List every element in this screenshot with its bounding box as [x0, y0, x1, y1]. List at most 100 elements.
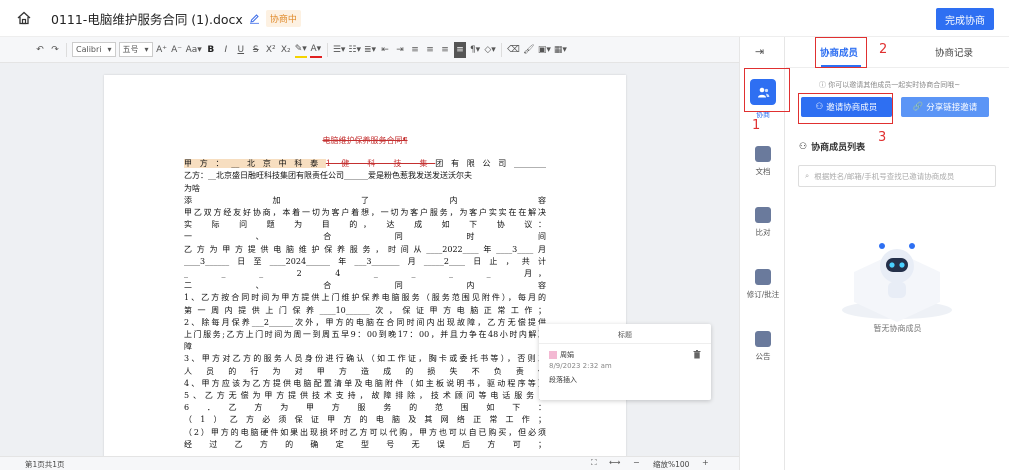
notice-icon: [755, 331, 771, 347]
doc-line: 一 、 合 同 时 间: [184, 232, 546, 242]
doc-line: 障: [184, 342, 192, 352]
document-title: 0111-电脑维护服务合同 (1).docx: [51, 11, 243, 27]
revision-icon: [755, 269, 771, 285]
title-bar: 0111-电脑维护服务合同 (1).docx 协商中 完成协商: [0, 0, 1009, 37]
bullet-list-icon[interactable]: ☰▾: [333, 42, 346, 58]
paragraph-mark-icon[interactable]: ¶▾: [469, 42, 481, 58]
doc-line: （1）乙方必须保证甲方的电脑及其网络正常工作；: [184, 415, 546, 425]
subscript-icon[interactable]: X₂: [280, 42, 292, 58]
decrease-indent-icon[interactable]: ⇤: [379, 42, 391, 58]
member-list-title: ⚇ 协商成员列表: [799, 140, 866, 154]
doc-line: 4、甲方应该为乙方提供电脑配置清单及电脑附件（如主板说明书，驱动程序等）: [184, 378, 546, 388]
doc-line: 第一周内提供上门保养____10______次，保证甲方电脑正常工作；: [184, 305, 546, 315]
font-color-icon[interactable]: A▾: [309, 42, 322, 58]
comment-user-name: 周娟: [560, 351, 574, 359]
annotation-number-1: 1: [752, 118, 761, 133]
compare-icon: [755, 207, 771, 223]
justify-icon[interactable]: ≡: [454, 41, 467, 58]
strip-item-compare[interactable]: 比对: [740, 207, 786, 238]
doc-line: （2）甲方的电脑硬件如果出现损坏时乙方可以代购，甲方也可以自已购买，但必须: [184, 427, 546, 437]
edit-title-icon[interactable]: [249, 13, 260, 24]
strip-item-label: 比对: [755, 228, 771, 237]
revision-comment-card[interactable]: 标题 周娟 8/9/2023 2:32 am 段落插入: [539, 324, 711, 400]
font-size-select[interactable]: 五号 ▾: [118, 42, 153, 57]
doc-line: 二 、 合 同 内 容: [184, 281, 546, 291]
annotation-number-2: 2: [879, 42, 888, 57]
italic-icon[interactable]: I: [220, 42, 232, 58]
table-icon[interactable]: ▦▾: [554, 42, 567, 58]
zoom-level: 缩放%100: [653, 460, 690, 469]
align-left-icon[interactable]: ≡: [409, 42, 421, 58]
annotation-box-3: [798, 93, 893, 124]
chevron-down-icon: ▾: [144, 45, 149, 54]
strip-item-label: 公告: [755, 352, 771, 361]
strip-item-document[interactable]: 文档: [740, 146, 786, 177]
doc-line: 甲乙双方经友好协商，本着一切为客户着想，一切为客户服务，为客户实实在在解决: [184, 208, 546, 218]
format-painter-icon[interactable]: 🖌: [523, 42, 535, 58]
zoom-out-icon[interactable]: −: [633, 458, 640, 467]
home-icon[interactable]: [17, 11, 31, 25]
doc-line: 乙方为甲方提供电脑维护保养服务，时间从____2022____年____3___…: [184, 244, 546, 254]
empty-state-robot-illustration: [842, 243, 952, 322]
redo-icon[interactable]: ↷: [49, 42, 61, 58]
annotation-box-2: [815, 37, 867, 68]
doc-line: 上门服务;乙方上门时间为周一到周五早9：00到晚17：00，并且力争在48小时内…: [184, 330, 546, 340]
strikethrough-icon[interactable]: S: [250, 42, 262, 58]
numbered-list-icon[interactable]: ☷▾: [348, 42, 361, 58]
link-icon: 🔗: [912, 102, 924, 112]
image-icon[interactable]: ▣▾: [538, 42, 551, 58]
comment-action-text: 段落插入: [549, 376, 577, 384]
align-center-icon[interactable]: ≡: [424, 42, 436, 58]
highlight-icon[interactable]: ✎▾: [294, 42, 307, 58]
doc-line: 实 际 问 题 为 目 的， 达 成 如 下 协 议：: [184, 220, 546, 230]
search-placeholder: 根据姓名/邮箱/手机号查找已邀请协商成员: [814, 171, 955, 181]
zoom-in-icon[interactable]: +: [702, 458, 709, 467]
page-count: 第1页共1页: [25, 460, 65, 469]
multilevel-list-icon[interactable]: ≣▾: [364, 42, 376, 58]
finish-negotiation-button[interactable]: 完成协商: [936, 8, 994, 30]
fit-page-icon[interactable]: ⛶: [591, 458, 597, 468]
comment-title: 标题: [539, 324, 711, 344]
share-link-button[interactable]: 🔗 分享链接邀请: [901, 97, 989, 117]
member-search-input[interactable]: ⌕ 根据姓名/邮箱/手机号查找已邀请协商成员: [798, 165, 996, 187]
doc-line-part: __北京中科泰: [231, 159, 326, 169]
comment-timestamp: 8/9/2023 2:32 am: [549, 362, 612, 370]
strip-item-label: 修订/批注: [746, 290, 780, 299]
strip-item-revision[interactable]: 修订/批注: [740, 269, 786, 300]
font-size-value: 五号: [122, 45, 139, 54]
shrink-font-icon[interactable]: A⁻: [171, 42, 183, 58]
clear-format-icon[interactable]: ⌫: [507, 42, 520, 58]
change-case-icon[interactable]: Aa▾: [186, 42, 202, 58]
document-body[interactable]: 电脑维护保养服务合同¶ 甲方：__北京中科泰1 健 科 技 集团有限公司____…: [184, 135, 546, 451]
doc-line: 3、甲方对乙方的服务人员身份进行确认（如工作证，胸卡或委托书等），否则工: [184, 354, 546, 364]
toolbar-divider: [501, 42, 503, 57]
shading-icon[interactable]: ◇▾: [484, 42, 496, 58]
members-icon: ⚇: [799, 141, 808, 152]
font-family-select[interactable]: Calibri ▾: [72, 42, 116, 57]
superscript-icon[interactable]: X²: [265, 42, 277, 58]
status-badge: 协商中: [265, 9, 301, 27]
underline-icon[interactable]: U: [235, 42, 247, 58]
doc-line: 添 加 了 内 容: [184, 195, 546, 205]
doc-line: ____3______日至____2024______年___3_______月…: [184, 256, 546, 266]
toolbar-divider: [66, 42, 67, 57]
increase-indent-icon[interactable]: ⇥: [394, 42, 406, 58]
list-title-text: 协商成员列表: [811, 143, 866, 153]
grow-font-icon[interactable]: A⁺: [156, 42, 168, 58]
fit-width-icon[interactable]: ⟷: [609, 458, 620, 467]
invite-hint: ⓘ 你可以邀请其他成员一起实时协商合同哦~: [819, 81, 961, 89]
doc-line-party-a: 甲方：__北京中科泰1 健 科 技 集团有限公司________: [184, 158, 546, 170]
strip-item-notice[interactable]: 公告: [740, 331, 786, 362]
undo-icon[interactable]: ↶: [34, 42, 46, 58]
document-icon: [755, 146, 771, 162]
align-right-icon[interactable]: ≡: [439, 42, 451, 58]
doc-line: 乙方：__北京盛日融旺科技集团有限责任公司______爱是粉色惹我发送发送沃尔夫: [184, 171, 472, 181]
collapse-panel-icon[interactable]: ⇥: [755, 45, 764, 58]
bold-icon[interactable]: B: [205, 42, 217, 58]
tab-records[interactable]: 协商记录: [935, 45, 973, 59]
doc-line: 1、乙方按合同时间为甲方提供上门维护保养电脑服务（服务范围见附件），每月的: [184, 293, 546, 303]
document-heading: 电脑维护保养服务合同¶: [322, 136, 408, 145]
doc-line-part: 甲方：: [184, 159, 232, 169]
doc-line: 2、除每月保养___2______次外，甲方的电脑在合同时间内出现故障，乙方无偿…: [184, 317, 546, 327]
trash-icon[interactable]: [693, 350, 701, 359]
